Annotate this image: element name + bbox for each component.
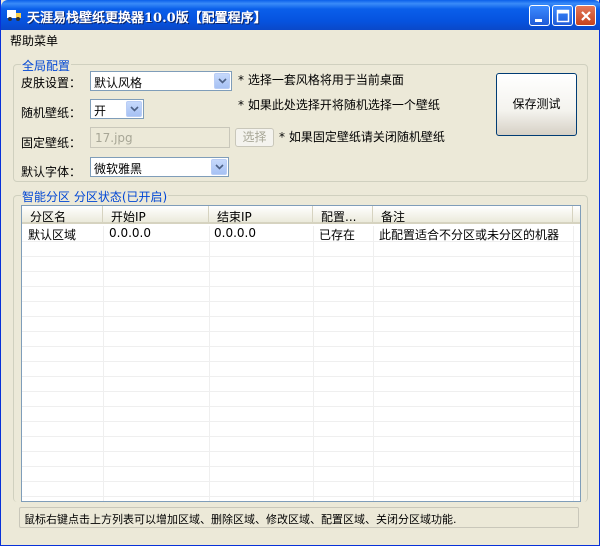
minimize-button[interactable] xyxy=(529,5,550,26)
grid-line xyxy=(573,226,574,501)
font-select[interactable]: 微软雅黑 xyxy=(90,157,229,177)
font-label: 默认字体： xyxy=(21,165,82,179)
random-select-dropdown[interactable] xyxy=(126,101,142,117)
table-row[interactable]: 默认区域 0.0.0.0 0.0.0.0 已存在 此配置适合不分区或未分区的机器 xyxy=(22,226,580,242)
grid-line xyxy=(22,481,580,482)
random-select[interactable]: 开 xyxy=(90,99,144,119)
zone-list[interactable]: 分区名 开始IP 结束IP 配置... 备注 默认区域 0.0.0.0 0.0.… xyxy=(21,205,581,502)
menu-help[interactable]: 帮助菜单 xyxy=(10,32,58,49)
zone-legend: 智能分区 分区状态(已开启) xyxy=(21,188,169,205)
grid-line xyxy=(22,391,580,392)
grid-line xyxy=(22,346,580,347)
chevron-down-icon xyxy=(215,164,224,170)
grid-line xyxy=(22,361,580,362)
grid-line xyxy=(22,256,580,257)
title-bar[interactable]: 天涯易栈壁纸更换器10.0版【配置程序】 xyxy=(1,0,600,30)
grid-line xyxy=(22,316,580,317)
grid-line xyxy=(22,376,580,377)
chevron-down-icon xyxy=(130,106,139,112)
grid-line xyxy=(22,466,580,467)
col-remark[interactable]: 备注 xyxy=(373,206,573,224)
random-note: * 如果此处选择开将随机选择一个壁纸 xyxy=(238,98,440,112)
close-icon xyxy=(581,11,591,21)
maximize-icon xyxy=(556,9,570,23)
skin-select-dropdown[interactable] xyxy=(214,73,230,89)
row-zone-name: 默认区域 xyxy=(28,228,77,242)
zone-list-header: 分区名 开始IP 结束IP 配置... 备注 xyxy=(22,206,580,224)
row-config: 已存在 xyxy=(319,228,356,242)
grid-line xyxy=(22,271,580,272)
fixed-wallpaper-input[interactable]: 17.jpg xyxy=(90,127,230,148)
row-start-ip: 0.0.0.0 xyxy=(109,226,151,240)
row-end-ip: 0.0.0.0 xyxy=(214,226,256,240)
col-start-ip[interactable]: 开始IP xyxy=(103,206,209,224)
fixed-note: * 如果固定壁纸请关闭随机壁纸 xyxy=(279,130,445,144)
col-end-ip[interactable]: 结束IP xyxy=(209,206,313,224)
status-bar: 鼠标右键点击上方列表可以增加区域、删除区域、修改区域、配置区域、关闭分区域功能. xyxy=(19,507,579,528)
col-config[interactable]: 配置... xyxy=(313,206,373,224)
grid-line xyxy=(22,451,580,452)
skin-select-value: 默认风格 xyxy=(94,76,143,90)
col-zone-name[interactable]: 分区名 xyxy=(22,206,103,224)
fixed-label: 固定壁纸： xyxy=(21,136,82,150)
grid-line xyxy=(22,301,580,302)
grid-line xyxy=(22,496,580,497)
menu-bar: 帮助菜单 xyxy=(2,30,599,48)
grid-line xyxy=(22,331,580,332)
font-select-dropdown[interactable] xyxy=(211,159,227,175)
grid-line xyxy=(313,226,314,501)
grid-line xyxy=(22,406,580,407)
grid-line xyxy=(22,286,580,287)
window-title: 天涯易栈壁纸更换器10.0版【配置程序】 xyxy=(27,11,267,26)
close-button[interactable] xyxy=(575,5,596,26)
fixed-wallpaper-value: 17.jpg xyxy=(95,131,133,145)
random-label: 随机壁纸： xyxy=(21,106,82,120)
skin-select[interactable]: 默认风格 xyxy=(90,71,232,91)
grid-line xyxy=(103,226,104,501)
skin-note: * 选择一套风格将用于当前桌面 xyxy=(238,73,404,87)
maximize-button[interactable] xyxy=(552,5,573,26)
random-select-value: 开 xyxy=(94,104,107,118)
save-test-button[interactable]: 保存测试 xyxy=(496,73,577,136)
status-text: 鼠标右键点击上方列表可以增加区域、删除区域、修改区域、配置区域、关闭分区域功能. xyxy=(24,513,457,526)
main-window: 天涯易栈壁纸更换器10.0版【配置程序】 帮助菜单 全局配置 皮肤设置： 默认风… xyxy=(0,0,600,546)
chevron-down-icon xyxy=(218,78,227,84)
skin-label: 皮肤设置： xyxy=(21,76,82,90)
app-truck-icon xyxy=(7,10,21,21)
choose-button[interactable]: 选择 xyxy=(235,128,274,147)
minimize-icon xyxy=(535,19,542,22)
grid-line xyxy=(209,226,210,501)
font-select-value: 微软雅黑 xyxy=(94,162,143,176)
grid-line xyxy=(373,226,374,501)
row-remark: 此配置适合不分区或未分区的机器 xyxy=(379,228,560,242)
grid-line xyxy=(22,421,580,422)
grid-line xyxy=(22,436,580,437)
global-config-legend: 全局配置 xyxy=(21,57,72,74)
